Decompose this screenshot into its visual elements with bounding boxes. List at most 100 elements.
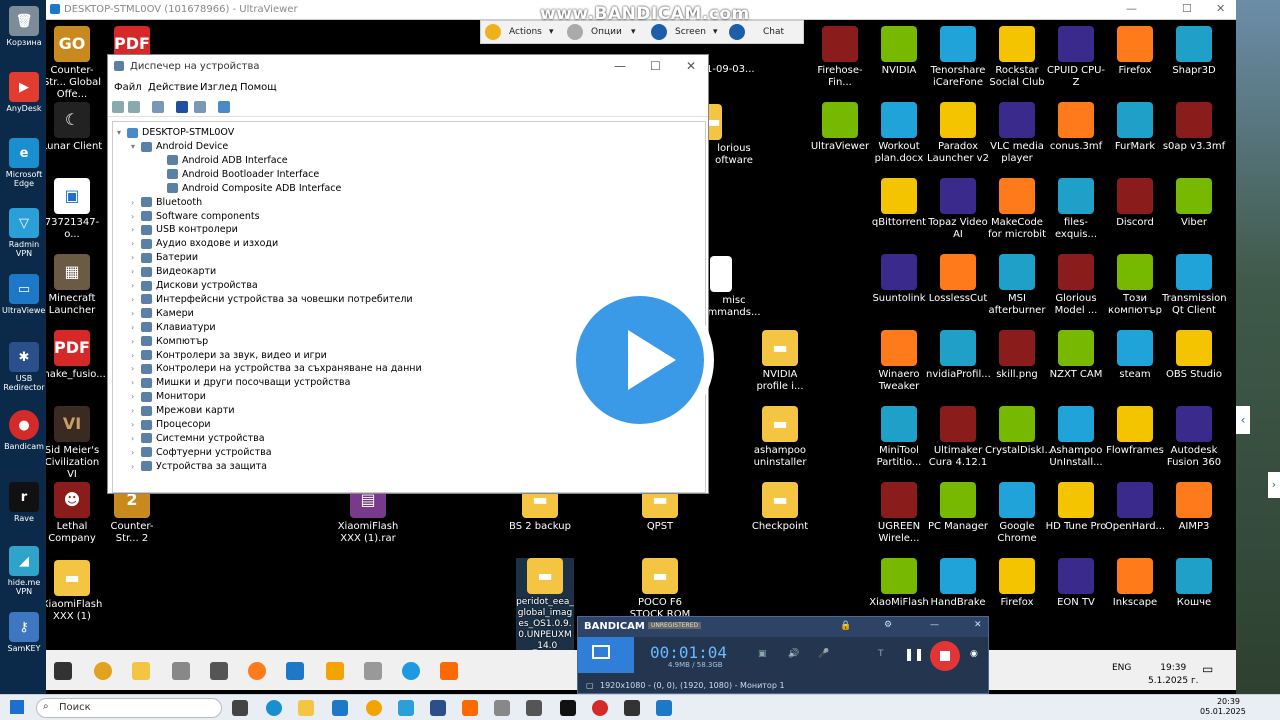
taskbar-app-icon[interactable]	[402, 662, 420, 680]
desktop-icon-minecraft[interactable]: ▦ Minecraft Launcher	[46, 254, 104, 317]
chevron-right-icon[interactable]: ›	[131, 376, 141, 389]
menu-action[interactable]: Действие	[148, 82, 198, 93]
chevron-right-icon[interactable]: ›	[131, 237, 141, 250]
tree-node[interactable]: › Мишки и други посочващи устройства	[131, 376, 350, 389]
desktop-icon[interactable]: PC Manager	[926, 482, 990, 533]
calculator-icon[interactable]	[210, 662, 228, 680]
chevron-right-icon[interactable]: ›	[131, 265, 141, 278]
usb-redirector-icon[interactable]: ✱ USB Redirector	[2, 342, 46, 392]
taskbar-app-icon[interactable]	[364, 662, 382, 680]
desktop-icon[interactable]: EON TV	[1044, 558, 1108, 609]
tree-node[interactable]: Android Composite ADB Interface	[157, 182, 341, 195]
desktop-icon[interactable]: Discord	[1103, 178, 1167, 229]
desktop-icon[interactable]: nvidiaProfil...	[926, 330, 991, 381]
recycle-bin-icon[interactable]: 🗑 Корзина	[2, 6, 46, 47]
radmin-vpn-icon[interactable]: ▽ Radmin VPN	[2, 208, 46, 258]
taskbar-app-icon[interactable]	[624, 700, 640, 716]
aimp-icon[interactable]	[326, 662, 344, 680]
edge-icon[interactable]: e Microsoft Edge	[2, 138, 46, 188]
minimize-icon[interactable]: —	[930, 620, 939, 630]
chevron-right-icon[interactable]: ›	[131, 293, 141, 306]
microphone-icon[interactable]: 🎤	[818, 649, 829, 659]
desktop-icon[interactable]: Firehose-Fin...	[808, 26, 872, 89]
desktop-icon[interactable]: conus.3mf	[1044, 102, 1108, 153]
speaker-icon[interactable]: 🔊	[788, 649, 799, 659]
chevron-right-icon[interactable]: ›	[131, 362, 141, 375]
desktop-icon-csgo[interactable]: GO Counter-Str... Global Offe...	[46, 26, 104, 101]
desktop-icon-civ6[interactable]: VI Sid Meier's Civilization VI	[46, 406, 104, 481]
desktop-icon[interactable]: qBittorrent	[867, 178, 931, 229]
tree-node[interactable]: › Контролери на устройства за съхраняване…	[131, 362, 422, 375]
tree-node[interactable]: › Software components	[131, 210, 260, 223]
desktop-icon[interactable]: OBS Studio	[1162, 330, 1226, 381]
desktop-icon[interactable]: MakeCode for microbit	[985, 178, 1049, 241]
tree-node[interactable]: › USB контролери	[131, 223, 238, 236]
desktop-icon[interactable]: Autodesk Fusion 360	[1162, 406, 1226, 469]
chevron-right-icon[interactable]: ›	[131, 223, 141, 236]
chevron-right-icon[interactable]: ›	[131, 210, 141, 223]
chevron-right-icon[interactable]: ›	[131, 418, 141, 431]
windows-start-icon[interactable]	[54, 662, 72, 680]
tree-node[interactable]: › Bluetooth	[131, 196, 202, 209]
maximize-icon[interactable]: ☐	[1182, 2, 1192, 15]
hideme-vpn-icon[interactable]: ◢ hide.me VPN	[2, 546, 46, 596]
minimize-icon[interactable]: —	[614, 59, 626, 73]
lock-icon[interactable]: 🔒	[840, 621, 851, 631]
tree-node[interactable]: › Видеокарти	[131, 265, 216, 278]
windows-start-icon[interactable]	[10, 700, 24, 714]
desktop-icon[interactable]: steam	[1103, 330, 1167, 381]
desktop-icon-lunar[interactable]: ☾ Lunar Client	[46, 102, 104, 153]
chevron-down-icon[interactable]: ▾	[131, 140, 141, 153]
file-explorer-icon[interactable]	[132, 662, 150, 680]
terminal-icon[interactable]	[560, 700, 576, 716]
minimize-icon[interactable]: —	[1126, 2, 1137, 15]
language-indicator[interactable]: ENG	[1112, 663, 1131, 673]
search-input[interactable]: ⌕ Поиск	[36, 698, 222, 718]
desktop-icon-folder-poco[interactable]: ▬ POCO F6 STOCK ROM	[628, 558, 692, 621]
bandicam-panel[interactable]: BANDICAM UNREGISTERED 🔒 ⚙ — ✕ 00:01:04 4…	[577, 616, 989, 694]
tree-node[interactable]: › Компютър	[131, 335, 208, 348]
tree-node[interactable]: › Контролери за звук, видео и игри	[131, 349, 327, 362]
desktop-icon[interactable]: CPUID CPU-Z	[1044, 26, 1108, 89]
tree-node[interactable]: Android Bootloader Interface	[157, 168, 319, 181]
chat-button[interactable]: Chat	[763, 27, 784, 37]
desktop-icon[interactable]: files-exquis...	[1044, 178, 1108, 241]
ultraviewer-icon[interactable]: ▭ UltraViewer	[2, 274, 49, 315]
chevron-right-icon[interactable]: ›	[131, 196, 141, 209]
samkey-icon[interactable]: ⚷ SamKEY	[2, 612, 46, 653]
monitor-icon[interactable]	[218, 101, 230, 113]
chevron-down-icon[interactable]: ▾	[713, 27, 718, 37]
desktop-icon[interactable]: UltraViewer	[808, 102, 872, 153]
options-button[interactable]: Опции	[591, 27, 622, 37]
desktop-icon[interactable]: XiaoMiFlash	[867, 558, 931, 609]
tree-node[interactable]: › Монитори	[131, 390, 206, 403]
desktop-icon[interactable]: Shapr3D	[1162, 26, 1226, 77]
chevron-right-icon[interactable]: ›	[1268, 472, 1280, 498]
chevron-right-icon[interactable]: ›	[131, 349, 141, 362]
maximize-icon[interactable]: ☐	[650, 59, 661, 73]
desktop-icon[interactable]: Viber	[1162, 178, 1226, 229]
desktop-icon[interactable]: VLC media player	[985, 102, 1049, 165]
desktop-icon[interactable]: Topaz Video AI	[926, 178, 990, 241]
chevron-left-icon[interactable]: ‹	[1236, 406, 1250, 434]
taskbar-app-icon[interactable]	[494, 700, 510, 716]
tree-node[interactable]: › Интерфейсни устройства за човешки потре…	[131, 293, 413, 306]
bandicam-taskbar-icon[interactable]	[592, 700, 608, 716]
chevron-right-icon[interactable]: ›	[131, 321, 141, 334]
mail-icon[interactable]	[332, 700, 348, 716]
taskbar-app-icon[interactable]	[366, 700, 382, 716]
menu-file[interactable]: Файл	[114, 82, 142, 93]
desktop-icon[interactable]: Glorious Model ...	[1044, 254, 1108, 317]
actions-icon[interactable]	[485, 24, 501, 40]
tree-node[interactable]: › Дискови устройства	[131, 279, 258, 292]
menu-view[interactable]: Изглед	[200, 82, 238, 93]
details-icon[interactable]	[194, 101, 206, 113]
desktop-icon[interactable]: AIMP3	[1162, 482, 1226, 533]
chevron-right-icon[interactable]: ›	[131, 390, 141, 403]
chevron-right-icon[interactable]: ›	[131, 251, 141, 264]
remote-clock[interactable]: 19:39 5.1.2025 г.	[1148, 662, 1199, 688]
ultraviewer-taskbar-icon[interactable]	[656, 700, 672, 716]
chat-icon[interactable]	[729, 24, 745, 40]
desktop-icon[interactable]: Winaero Tweaker	[867, 330, 931, 393]
desktop-icon[interactable]: Workout plan.docx	[867, 102, 931, 165]
